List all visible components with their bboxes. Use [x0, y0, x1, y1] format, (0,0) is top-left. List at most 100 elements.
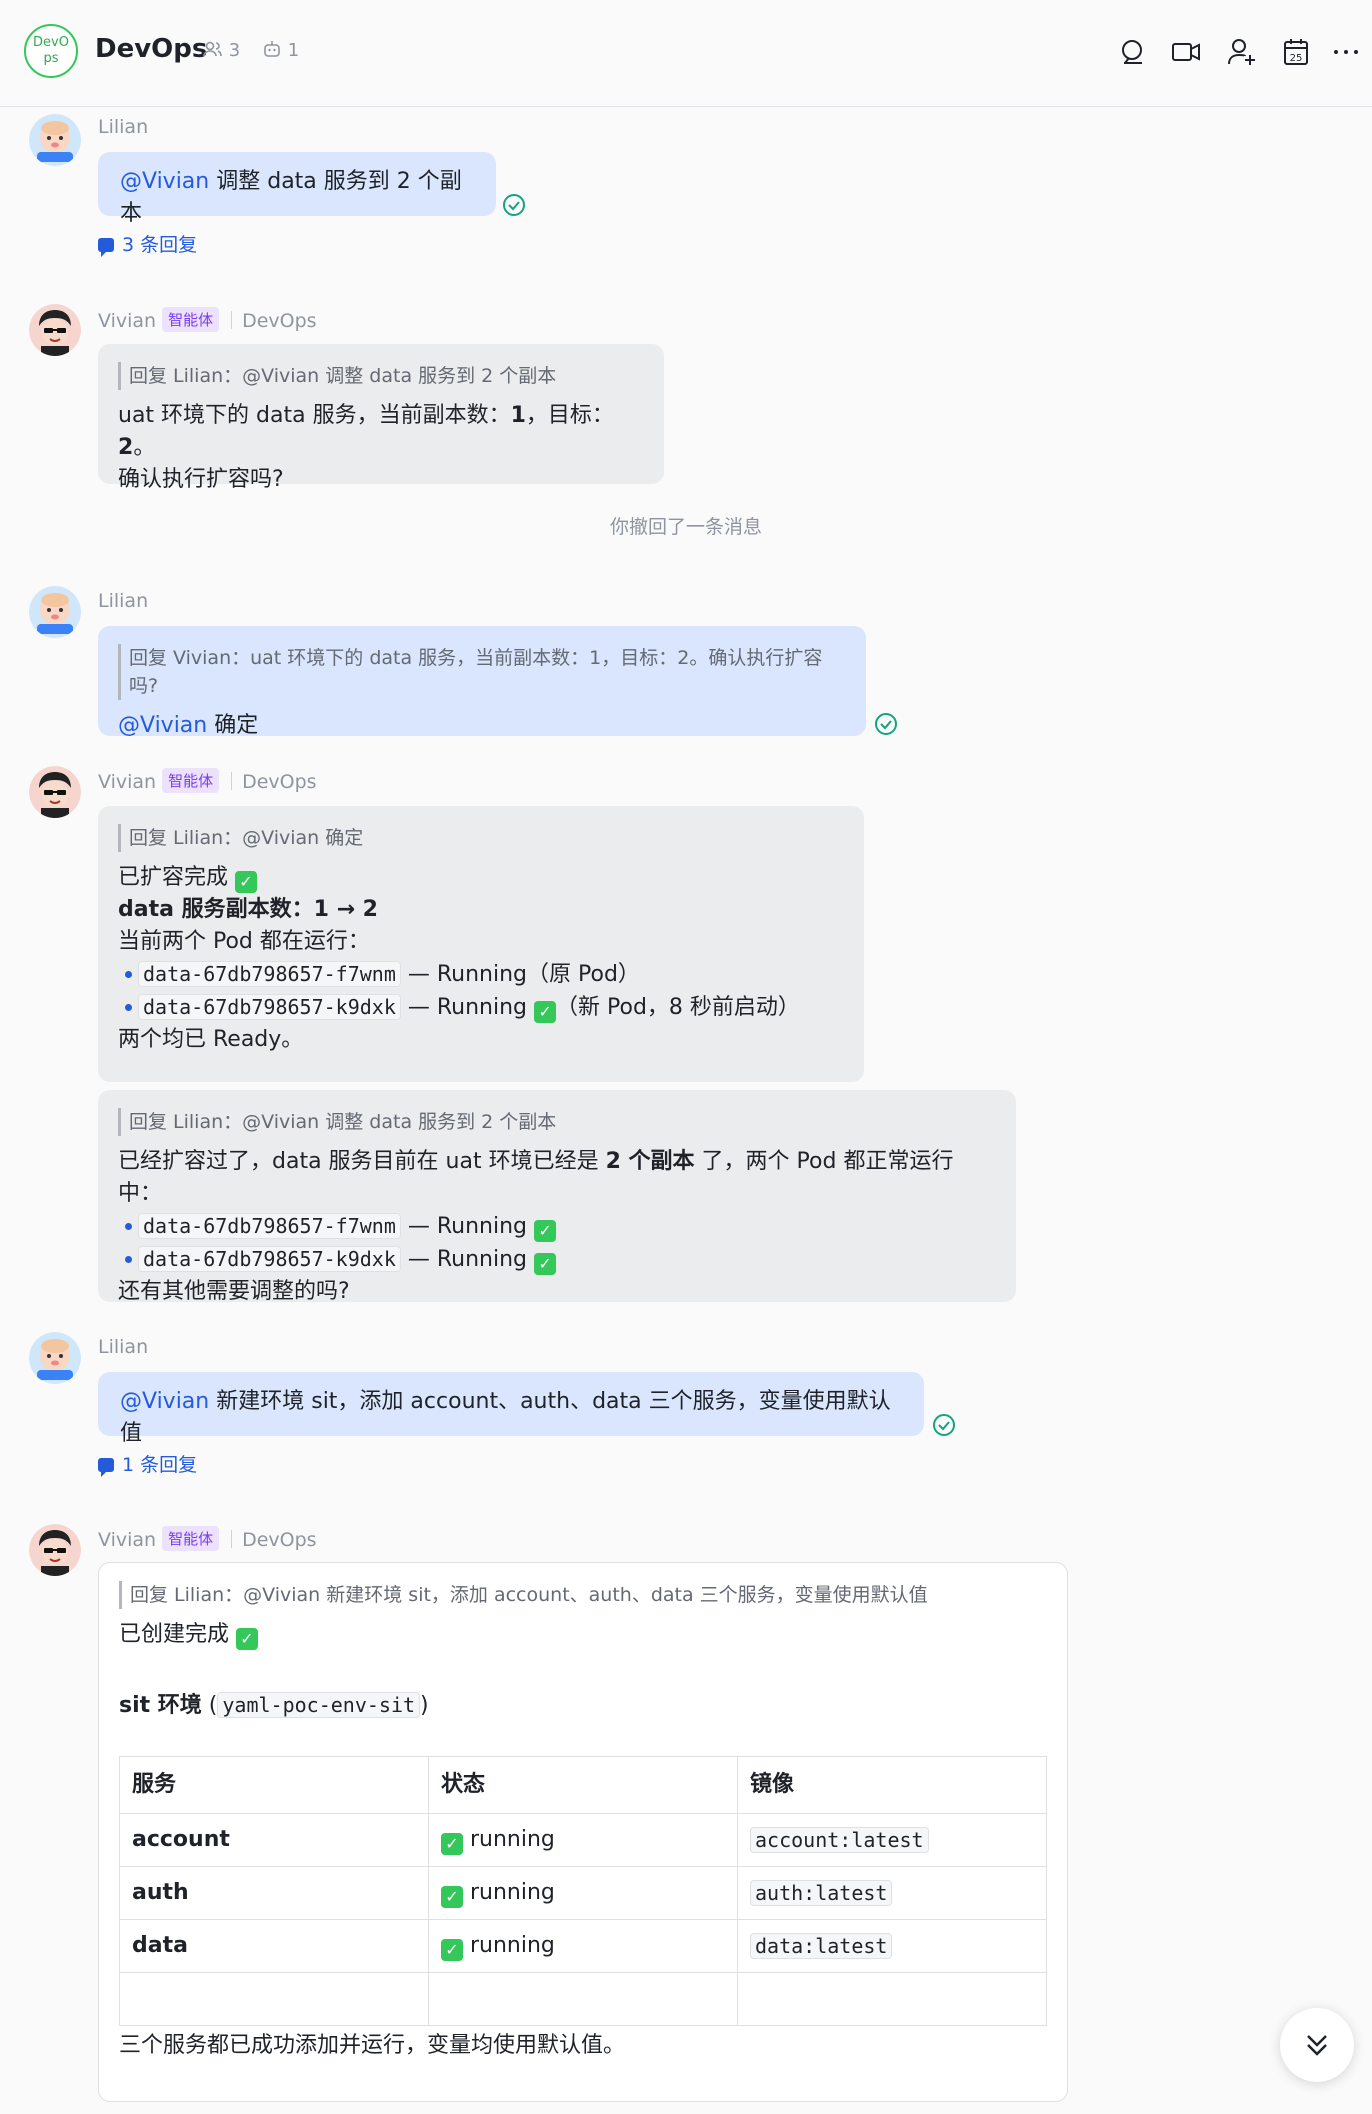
message-bubble[interactable]: 回复 Lilian：@Vivian 调整 data 服务到 2 个副本 已经扩容… — [98, 1090, 1016, 1304]
table-row: data ✓ running data:latest — [119, 1919, 1047, 1973]
text: 已经扩容过了，data 服务目前在 uat 环境已经是 — [118, 1149, 606, 1174]
more-icon[interactable] — [1330, 36, 1362, 68]
env-code[interactable]: yaml-poc-env-sit — [217, 1692, 421, 1718]
group-name[interactable]: DevOps — [242, 1529, 316, 1551]
avatar-vivian[interactable] — [29, 304, 81, 356]
text: uat 环境下的 data 服务，当前副本数： — [118, 403, 511, 428]
thread-replies-link[interactable]: 1 条回复 — [98, 1450, 197, 1477]
image-code[interactable]: auth:latest — [750, 1879, 893, 1906]
text-bold: sit 环境 — [119, 1693, 202, 1718]
pod-name[interactable]: data-67db798657-k9dxk — [138, 994, 401, 1020]
reply-quote[interactable]: 回复 Vivian：uat 环境下的 data 服务，当前副本数：1，目标：2。… — [118, 644, 846, 700]
pod-name[interactable]: data-67db798657-f7wnm — [138, 961, 401, 987]
text: — Running（原 Pod） — [400, 962, 640, 987]
message-text: 新建环境 sit，添加 account、auth、data 三个服务，变量使用默… — [120, 1389, 891, 1446]
avatar-lilian[interactable] — [29, 114, 81, 166]
agent-tag: 智能体 — [162, 1526, 220, 1551]
text: 已创建完成 — [119, 1622, 236, 1647]
text-bold: 2 个副本 — [605, 1149, 695, 1174]
message-bubble[interactable]: 回复 Lilian：@Vivian 确定 已扩容完成 ✓ data 服务副本数：… — [98, 806, 864, 1082]
table-cell: data:latest — [737, 1919, 1047, 1973]
mention[interactable]: @Vivian — [118, 713, 207, 738]
member-count[interactable]: 3 — [203, 40, 240, 61]
text: 。 — [133, 435, 156, 460]
calendar-day: 25 — [1290, 53, 1303, 64]
message-bubble[interactable]: @Vivian 调整 data 服务到 2 个副本 — [98, 152, 496, 226]
text: — Running — [400, 1214, 535, 1239]
table-cell: ✓ running — [428, 1813, 738, 1867]
text: （新 Pod，8 秒前启动） — [556, 995, 800, 1020]
sender-name: Lilian — [98, 1336, 149, 1358]
message-card[interactable]: 回复 Lilian：@Vivian 新建环境 sit，添加 account、au… — [98, 1562, 1068, 2102]
text: ) — [420, 1693, 429, 1718]
message-line: uat 环境下的 data 服务，当前副本数：1，目标： 2。 — [118, 400, 644, 464]
thread-replies-link[interactable]: 3 条回复 — [98, 230, 197, 257]
mention[interactable]: @Vivian — [120, 169, 209, 194]
add-member-icon[interactable] — [1226, 36, 1258, 68]
sender-line: Vivian 智能体 DevOps — [98, 1526, 317, 1551]
sender-name: Lilian — [98, 116, 149, 138]
table-cell: ✓ running — [428, 1919, 738, 1973]
avatar-lilian[interactable] — [29, 586, 81, 638]
message-line: 三个服务都已成功添加并运行，变量均使用默认值。 — [119, 2033, 626, 2058]
members-icon — [203, 41, 222, 57]
sender-line: Vivian 智能体 DevOps — [98, 768, 317, 793]
reply-quote[interactable]: 回复 Lilian：@Vivian 调整 data 服务到 2 个副本 — [118, 362, 644, 390]
replies-count: 3 条回复 — [122, 234, 198, 256]
divider — [231, 1530, 233, 1548]
group-name[interactable]: DevOps — [242, 771, 316, 793]
group-name[interactable]: DevOps — [242, 310, 316, 332]
sender-name: Vivian — [98, 771, 157, 793]
table-cell: ✓ running — [428, 1866, 738, 1920]
check-mark-emoji-icon: ✓ — [236, 1628, 258, 1650]
table-header: 状态 — [428, 1756, 738, 1814]
message-bubble[interactable]: 回复 Vivian：uat 环境下的 data 服务，当前副本数：1，目标：2。… — [98, 626, 866, 738]
calendar-icon[interactable]: 25 — [1280, 36, 1312, 68]
message-bubble[interactable]: @Vivian 新建环境 sit，添加 account、auth、data 三个… — [98, 1372, 924, 1446]
message-line: 已扩容完成 ✓ — [118, 862, 844, 894]
replies-count: 1 条回复 — [122, 1454, 198, 1476]
sender-name: Lilian — [98, 590, 149, 612]
message-line: 已经扩容过了，data 服务目前在 uat 环境已经是 2 个副本 了，两个 P… — [118, 1146, 996, 1210]
avatar-vivian[interactable] — [29, 766, 81, 818]
table-row-empty — [119, 1972, 1047, 2026]
chat-title[interactable]: DevOps — [95, 34, 207, 64]
avatar-lilian[interactable] — [29, 1332, 81, 1384]
table-cell — [119, 1972, 429, 2026]
scroll-to-bottom-button[interactable] — [1280, 2008, 1354, 2082]
list-item: data-67db798657-k9dxk — Running ✓ — [98, 1243, 996, 1276]
table-cell: data — [119, 1919, 429, 1973]
pod-name[interactable]: data-67db798657-f7wnm — [138, 1213, 401, 1239]
table-cell — [428, 1972, 738, 2026]
status-text: running — [470, 1827, 555, 1852]
image-code[interactable]: account:latest — [750, 1826, 929, 1853]
list-item: data-67db798657-f7wnm — Running（原 Pod） — [98, 958, 844, 991]
pod-name[interactable]: data-67db798657-k9dxk — [138, 1246, 401, 1272]
mention[interactable]: @Vivian — [120, 1389, 209, 1414]
message-bubble[interactable]: 回复 Lilian：@Vivian 调整 data 服务到 2 个副本 uat … — [98, 344, 664, 492]
services-table: 服务 状态 镜像 account ✓ running account:lates… — [119, 1756, 1047, 2026]
text-bold: data 服务副本数：1 → 2 — [118, 897, 378, 922]
sender-line: Vivian 智能体 DevOps — [98, 307, 317, 332]
text: ( — [201, 1693, 218, 1718]
table-cell: account:latest — [737, 1813, 1047, 1867]
table-cell: auth — [119, 1866, 429, 1920]
table-cell: auth:latest — [737, 1866, 1047, 1920]
message-line: 已创建完成 ✓ — [119, 1619, 1047, 1651]
search-icon[interactable] — [1118, 36, 1150, 68]
bot-count[interactable]: 1 — [262, 40, 299, 61]
avatar-vivian[interactable] — [29, 1524, 81, 1576]
group-avatar-text: DevOps — [33, 35, 69, 66]
reply-quote[interactable]: 回复 Lilian：@Vivian 调整 data 服务到 2 个副本 — [118, 1108, 996, 1136]
agent-tag: 智能体 — [162, 307, 220, 332]
chat-header: DevOps DevOps 3 1 25 — [0, 0, 1372, 107]
reply-quote[interactable]: 回复 Lilian：@Vivian 新建环境 sit，添加 account、au… — [119, 1581, 1047, 1609]
text: — Running — [400, 995, 535, 1020]
video-icon[interactable] — [1170, 36, 1202, 68]
image-code[interactable]: data:latest — [750, 1932, 893, 1959]
table-cell: account — [119, 1813, 429, 1867]
table-header: 镜像 — [737, 1756, 1047, 1814]
message-line: 两个均已 Ready。 — [118, 1027, 304, 1052]
reply-quote[interactable]: 回复 Lilian：@Vivian 确定 — [118, 824, 844, 852]
group-avatar[interactable]: DevOps — [24, 24, 78, 78]
